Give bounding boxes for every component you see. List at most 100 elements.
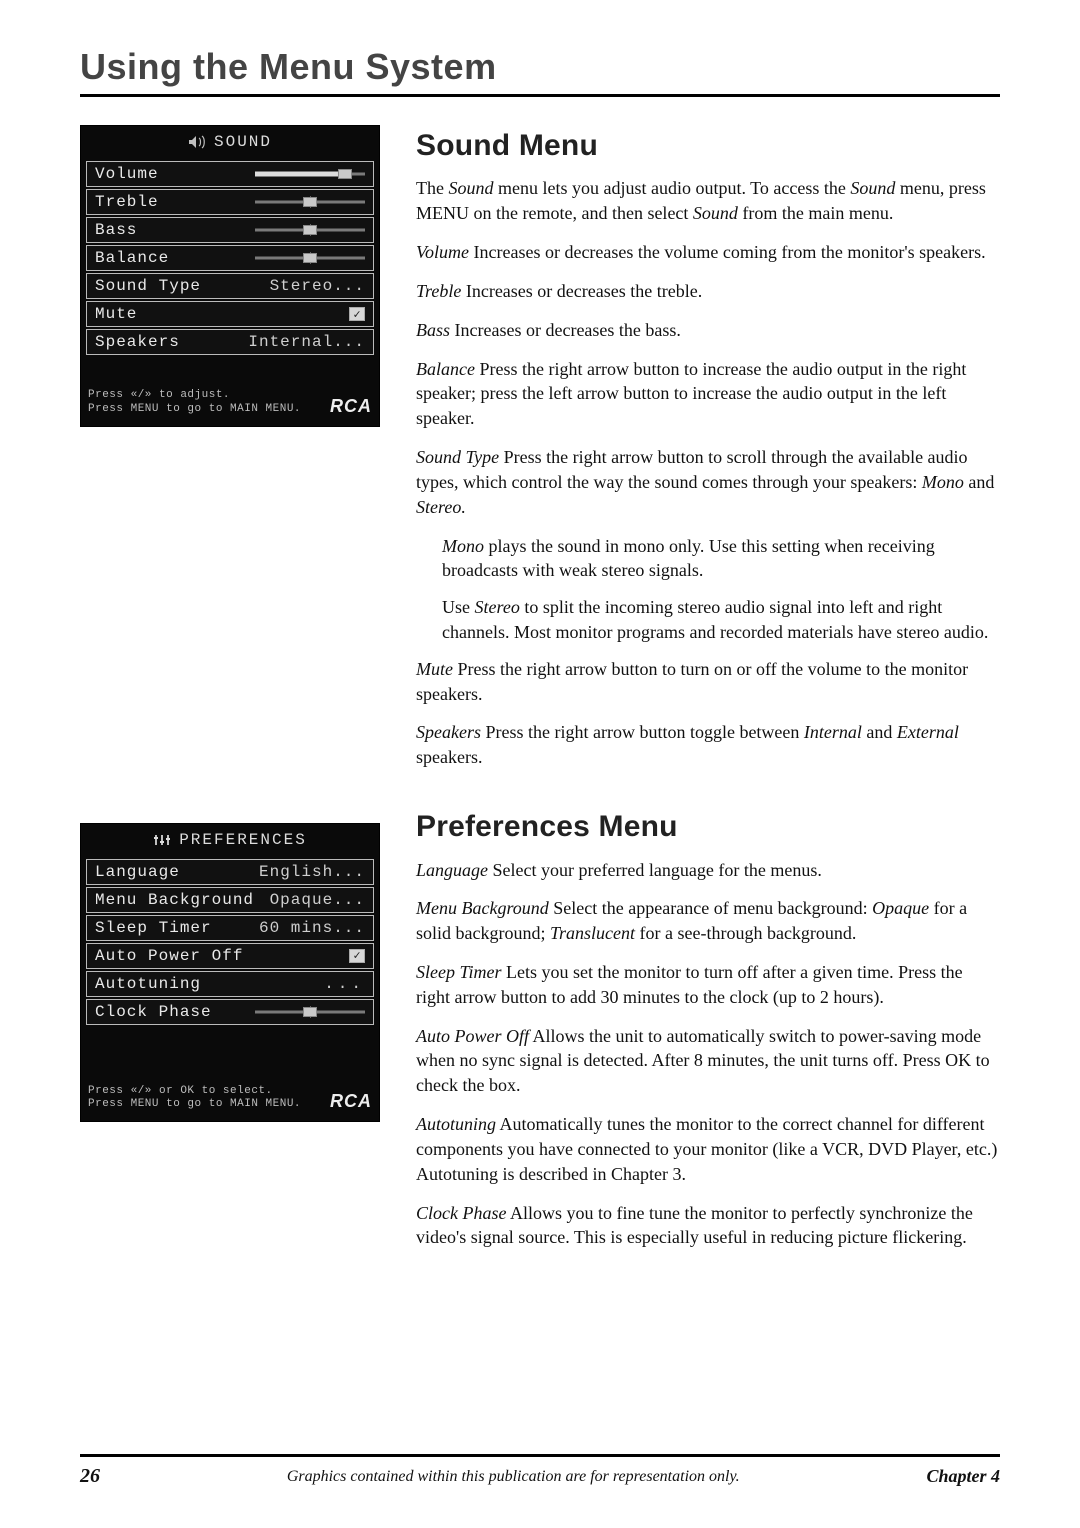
treble-slider[interactable] (255, 197, 365, 207)
term-translucent: Translucent (550, 923, 635, 943)
term-mute: Mute (416, 659, 453, 679)
balance-slider[interactable] (255, 253, 365, 263)
volume-slider[interactable] (255, 169, 365, 179)
paragraph: Volume Increases or decreases the volume… (416, 240, 1000, 265)
text: for a see-through background. (635, 923, 856, 943)
term-volume: Volume (416, 242, 469, 262)
chapter-label: Chapter 4 (926, 1466, 1000, 1487)
osd-row-balance[interactable]: Balance (86, 245, 374, 271)
osd-spacer (80, 1027, 380, 1053)
paragraph: Menu Background Select the appearance of… (416, 896, 1000, 946)
term-mono: Mono (442, 536, 484, 556)
osd-title: PREFERENCES (179, 831, 307, 849)
osd-row-autotuning[interactable]: Autotuning ... (86, 971, 374, 997)
paragraph: Speakers Press the right arrow button to… (416, 720, 1000, 770)
term-treble: Treble (416, 281, 461, 301)
osd-row-sound-type[interactable]: Sound Type Stereo... (86, 273, 374, 299)
row-label: Treble (95, 193, 159, 211)
term-clock-phase: Clock Phase (416, 1203, 506, 1223)
term-sound: Sound (850, 178, 895, 198)
text: speakers. (416, 747, 482, 767)
paragraph: The Sound menu lets you adjust audio out… (416, 176, 1000, 226)
row-label: Menu Background (95, 891, 254, 909)
paragraph-indent: Use Stereo to split the incoming stereo … (442, 595, 1000, 645)
row-value: English... (259, 863, 365, 881)
term-internal: Internal (804, 722, 862, 742)
sliders-icon (153, 833, 171, 847)
section-title-preferences: Preferences Menu (416, 806, 1000, 847)
paragraph: Auto Power Off Allows the unit to automa… (416, 1024, 1000, 1098)
osd-row-language[interactable]: Language English... (86, 859, 374, 885)
term-menu-background: Menu Background (416, 898, 549, 918)
row-label: Language (95, 863, 180, 881)
osd-header: SOUND (80, 125, 380, 159)
row-label: Sound Type (95, 277, 201, 295)
osd-row-speakers[interactable]: Speakers Internal... (86, 329, 374, 355)
osd-footer-text: Press «/» to adjust. Press MENU to go to… (88, 389, 301, 417)
clock-phase-slider[interactable] (255, 1007, 365, 1017)
text: menu lets you adjust audio output. To ac… (493, 178, 850, 198)
text: Increases or decreases the volume coming… (469, 242, 986, 262)
term-sound: Sound (693, 203, 738, 223)
osd-list: Language English... Menu Background Opaq… (80, 859, 380, 1025)
footer-caption: Graphics contained within this publicati… (287, 1468, 740, 1486)
osd-row-bass[interactable]: Bass (86, 217, 374, 243)
text: Select the appearance of menu background… (549, 898, 872, 918)
bass-slider[interactable] (255, 225, 365, 235)
osd-header: PREFERENCES (80, 823, 380, 857)
term-sound: Sound (448, 178, 493, 198)
rca-logo: RCA (330, 396, 372, 417)
osd-row-treble[interactable]: Treble (86, 189, 374, 215)
text: Press the right arrow button to scroll t… (416, 447, 968, 492)
osd-row-menu-bg[interactable]: Menu Background Opaque... (86, 887, 374, 913)
osd-footer: Press «/» or OK to select. Press MENU to… (80, 1079, 380, 1123)
chapter-title: Using the Menu System (80, 46, 1000, 88)
osd-spacer (80, 357, 380, 383)
section-title-sound: Sound Menu (416, 125, 1000, 166)
osd-row-auto-power-off[interactable]: Auto Power Off ✓ (86, 943, 374, 969)
paragraph: Sound Type Press the right arrow button … (416, 445, 1000, 519)
text: Press the right arrow button toggle betw… (481, 722, 804, 742)
term-bass: Bass (416, 320, 450, 340)
text: plays the sound in mono only. Use this s… (442, 536, 935, 581)
term-language: Language (416, 860, 488, 880)
osd-list: Volume Treble Bass (80, 161, 380, 355)
osd-spacer (80, 1053, 380, 1079)
paragraph: Bass Increases or decreases the bass. (416, 318, 1000, 343)
divider (80, 94, 1000, 97)
rca-logo: RCA (330, 1091, 372, 1112)
osd-row-mute[interactable]: Mute ✓ (86, 301, 374, 327)
term-auto-power-off: Auto Power Off (416, 1026, 529, 1046)
osd-row-volume[interactable]: Volume (86, 161, 374, 187)
term-balance: Balance (416, 359, 475, 379)
osd-row-sleep-timer[interactable]: Sleep Timer 60 mins... (86, 915, 374, 941)
row-label: Bass (95, 221, 137, 239)
text: The (416, 178, 448, 198)
paragraph-indent: Mono plays the sound in mono only. Use t… (442, 534, 1000, 584)
term-external: External (897, 722, 959, 742)
row-label: Balance (95, 249, 169, 267)
text: Increases or decreases the treble. (461, 281, 702, 301)
term-sleep-timer: Sleep Timer (416, 962, 502, 982)
term-sound-type: Sound Type (416, 447, 499, 467)
sound-osd-screenshot: SOUND Volume Treble (80, 125, 380, 427)
row-label: Speakers (95, 333, 180, 351)
row-label: Sleep Timer (95, 919, 212, 937)
row-value: Internal... (248, 333, 365, 351)
right-column: Sound Menu The Sound menu lets you adjus… (416, 125, 1000, 1264)
paragraph: Balance Press the right arrow button to … (416, 357, 1000, 431)
text: Increases or decreases the bass. (450, 320, 681, 340)
row-label: Clock Phase (95, 1003, 212, 1021)
term-opaque: Opaque (872, 898, 929, 918)
term-mono: Mono (922, 472, 964, 492)
layout-spacer (416, 784, 1000, 806)
paragraph: Sleep Timer Lets you set the monitor to … (416, 960, 1000, 1010)
osd-row-clock-phase[interactable]: Clock Phase (86, 999, 374, 1025)
preferences-osd-screenshot: PREFERENCES Language English... Menu Bac… (80, 823, 380, 1123)
text: to split the incoming stereo audio signa… (442, 597, 988, 642)
content-columns: SOUND Volume Treble (80, 125, 1000, 1264)
text: Select your preferred language for the m… (488, 860, 822, 880)
text: and (964, 472, 995, 492)
paragraph: Treble Increases or decreases the treble… (416, 279, 1000, 304)
term-speakers: Speakers (416, 722, 481, 742)
